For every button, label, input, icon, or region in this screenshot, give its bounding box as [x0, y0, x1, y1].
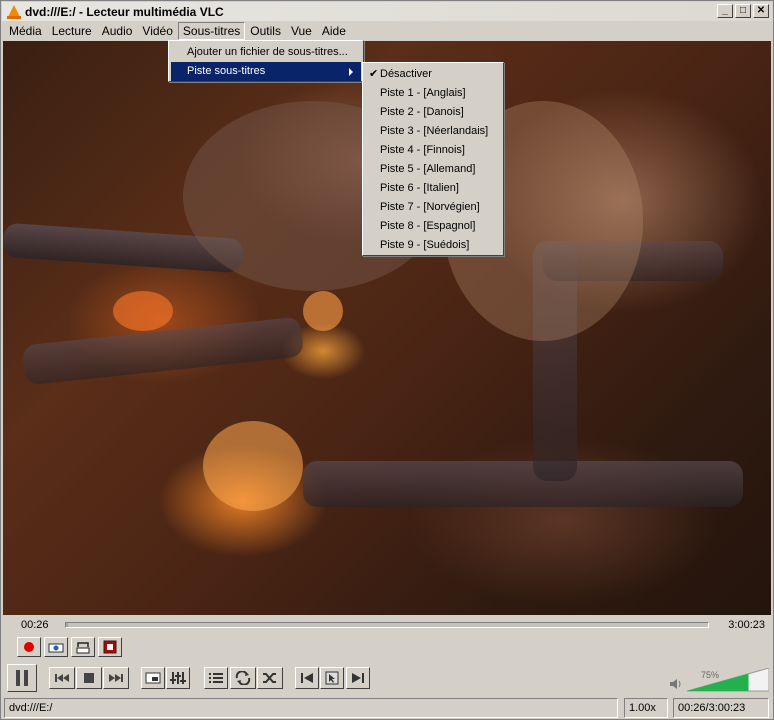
vlc-cone-icon: [7, 4, 21, 19]
track-7[interactable]: Piste 7 - [Norvégien]: [365, 198, 501, 217]
menu-item-subtitle-track-label: Piste sous-titres: [187, 65, 266, 77]
menu-audio[interactable]: Audio: [97, 22, 138, 40]
pause-icon: [16, 670, 28, 686]
video-scene-shape: [113, 291, 173, 331]
speaker-icon[interactable]: [669, 677, 683, 691]
film-frame-icon: [103, 640, 117, 654]
close-icon: ✕: [756, 5, 766, 16]
volume-slider[interactable]: [687, 668, 769, 692]
dvd-menu-button[interactable]: [320, 667, 344, 689]
snapshot-button[interactable]: [44, 637, 68, 657]
record-icon: [24, 642, 34, 652]
shuffle-button[interactable]: [257, 667, 283, 689]
track-4[interactable]: Piste 4 - [Finnois]: [365, 141, 501, 160]
seek-row: 00:26 3:00:23: [3, 615, 771, 635]
track-8[interactable]: Piste 8 - [Espagnol]: [365, 217, 501, 236]
menu-media[interactable]: Média: [4, 22, 47, 40]
skip-forward-icon: [109, 674, 123, 682]
menu-video[interactable]: Vidéo: [137, 22, 177, 40]
loop-ab-icon: [76, 642, 90, 654]
equalizer-icon: [170, 672, 186, 684]
extended-settings-button[interactable]: [166, 667, 190, 689]
video-scene-shape: [21, 316, 305, 386]
stop-button[interactable]: [76, 667, 102, 689]
title-bar[interactable]: dvd:///E:/ - Lecteur multimédia VLC _ □ …: [2, 2, 772, 21]
loop-button[interactable]: [230, 667, 256, 689]
maximize-icon: □: [739, 5, 747, 16]
track-disable-label: Désactiver: [380, 68, 432, 80]
submenu-arrow-icon: [349, 68, 353, 76]
maximize-button[interactable]: □: [735, 4, 751, 18]
video-scene-shape: [303, 461, 743, 507]
previous-chapter-icon: [301, 673, 313, 683]
next-button[interactable]: [103, 667, 129, 689]
playlist-button[interactable]: [204, 667, 228, 689]
track-5[interactable]: Piste 5 - [Allemand]: [365, 160, 501, 179]
shuffle-icon: [263, 673, 276, 683]
camera-icon: [48, 643, 64, 653]
skip-back-icon: [55, 674, 69, 682]
record-button[interactable]: [17, 637, 41, 657]
track-disable[interactable]: ✔ Désactiver: [365, 65, 501, 84]
sous-titres-menu: Ajouter un fichier de sous-titres... Pis…: [168, 40, 364, 82]
dvd-menu-icon: [325, 671, 339, 685]
minimize-button[interactable]: _: [717, 4, 733, 18]
frame-by-frame-button[interactable]: [98, 637, 122, 657]
total-time: 3:00:23: [728, 619, 765, 631]
menu-item-subtitle-track[interactable]: Piste sous-titres: [171, 62, 361, 81]
video-scene-shape: [303, 291, 343, 331]
menu-lecture[interactable]: Lecture: [47, 22, 97, 40]
menu-outils[interactable]: Outils: [245, 22, 286, 40]
menu-aide[interactable]: Aide: [317, 22, 351, 40]
track-2[interactable]: Piste 2 - [Danois]: [365, 103, 501, 122]
video-scene-shape: [203, 421, 303, 511]
subtitle-track-submenu: ✔ Désactiver Piste 1 - [Anglais] Piste 2…: [362, 62, 504, 256]
status-playback-speed[interactable]: 1.00x: [624, 698, 668, 718]
next-chapter-button[interactable]: [346, 667, 370, 689]
stop-icon: [84, 673, 94, 683]
track-6[interactable]: Piste 6 - [Italien]: [365, 179, 501, 198]
close-button[interactable]: ✕: [753, 4, 769, 18]
menu-item-add-subtitle-file[interactable]: Ajouter un fichier de sous-titres...: [171, 43, 361, 62]
track-3[interactable]: Piste 3 - [Néerlandais]: [365, 122, 501, 141]
seek-progress-fill: [66, 623, 68, 627]
previous-button[interactable]: [49, 667, 75, 689]
repeat-icon: [235, 671, 251, 685]
previous-frame-button[interactable]: [295, 667, 319, 689]
status-bar: dvd:///E:/ 1.00x 00:26/3:00:23: [2, 697, 772, 719]
playlist-icon: [209, 673, 223, 683]
menu-vue[interactable]: Vue: [286, 22, 317, 40]
fullscreen-icon: [145, 672, 161, 684]
checkmark-icon: ✔: [369, 68, 379, 80]
seek-slider[interactable]: [65, 622, 709, 628]
status-time[interactable]: 00:26/3:00:23: [673, 698, 769, 718]
fullscreen-button[interactable]: [141, 667, 165, 689]
menu-bar: Média Lecture Audio Vidéo Sous-titres Ou…: [2, 22, 772, 40]
elapsed-time: 00:26: [21, 619, 49, 631]
window-title: dvd:///E:/ - Lecteur multimédia VLC: [25, 4, 224, 19]
menu-sous-titres[interactable]: Sous-titres: [177, 22, 246, 40]
loop-ab-button[interactable]: [71, 637, 95, 657]
track-9[interactable]: Piste 9 - [Suédois]: [365, 236, 501, 255]
status-source: dvd:///E:/: [4, 698, 618, 718]
next-chapter-icon: [352, 673, 364, 683]
play-pause-button[interactable]: [7, 664, 37, 692]
track-1[interactable]: Piste 1 - [Anglais]: [365, 84, 501, 103]
minimize-icon: _: [722, 5, 728, 16]
vlc-window: dvd:///E:/ - Lecteur multimédia VLC _ □ …: [0, 0, 774, 720]
